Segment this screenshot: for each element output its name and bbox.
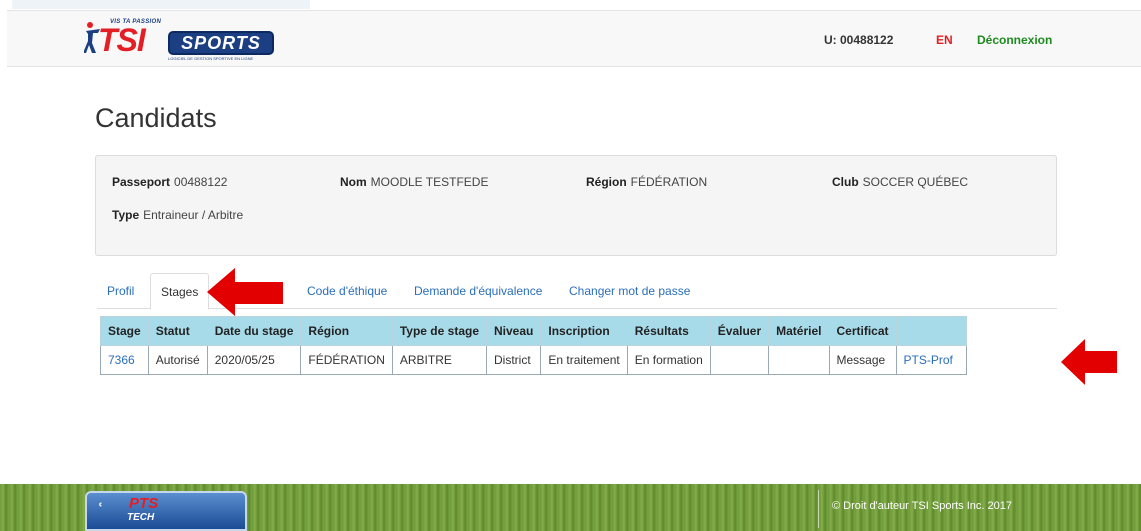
footer: ʿ PTS TECH © Droit d'auteur TSI Sports I… [0, 484, 1141, 531]
cell-statut: Autorisé [147, 345, 208, 375]
passport-label: Passeport [112, 175, 171, 189]
top-navbar: VIS TA PASSION TSI SPORTS LOGICIEL DE GE… [7, 10, 1141, 67]
region-label: Région [586, 175, 627, 189]
cell-inscription: En traitement [540, 345, 628, 375]
table-header-row: Stage Statut Date du stage Région Type d… [100, 316, 967, 346]
copyright-text: © Droit d'auteur TSI Sports Inc. 2017 [832, 500, 1012, 512]
club-label: Club [832, 175, 859, 189]
logout-link[interactable]: Déconnexion [977, 33, 1052, 47]
cell-materiel [768, 345, 830, 375]
tab-stages[interactable]: Stages [150, 273, 210, 310]
left-pointing-arrow-icon [207, 268, 283, 316]
tsi-sports-logo[interactable]: VIS TA PASSION TSI SPORTS LOGICIEL DE GE… [84, 19, 279, 71]
name-value: MOODLE TESTFEDE [370, 175, 489, 189]
cell-resultats: En formation [626, 345, 711, 375]
col-region: Région [300, 316, 393, 346]
col-stage: Stage [100, 316, 149, 346]
badge-tech-text: TECH [127, 512, 155, 523]
language-link[interactable]: EN [936, 33, 953, 47]
name-info: Nom MOODLE TESTFEDE [340, 175, 488, 189]
col-date-du-stage: Date du stage [206, 316, 302, 346]
cell-niveau: District [485, 345, 542, 375]
stage-id-link[interactable]: 7366 [100, 345, 149, 375]
left-pointing-arrow-icon [1061, 339, 1117, 385]
tab-profil[interactable]: Profil [97, 273, 144, 309]
candidate-info-panel: Passeport 00488122 Nom MOODLE TESTFEDE Rég… [95, 155, 1057, 256]
region-info: Région FÉDÉRATION [586, 175, 707, 189]
col-materiel: Matériel [768, 316, 830, 346]
tab-demande-equivalence[interactable]: Demande d'équivalence [404, 273, 552, 309]
col-resultats: Résultats [626, 316, 711, 346]
passport-info: Passeport 00488122 [112, 175, 227, 189]
table-row: 7366 Autorisé 2020/05/25 FÉDÉRATION ARBI… [100, 345, 967, 375]
top-strip [12, 0, 310, 9]
type-info: Type Entraineur / Arbitre [112, 208, 243, 222]
passport-value: 00488122 [174, 175, 228, 189]
col-inscription: Inscription [540, 316, 628, 346]
col-extra [895, 316, 967, 346]
pts-tech-badge[interactable]: ʿ PTS TECH [85, 491, 247, 531]
type-label: Type [112, 208, 140, 222]
col-type-de-stage: Type de stage [391, 316, 488, 346]
col-statut: Statut [147, 316, 208, 346]
club-info: Club SOCCER QUÉBEC [832, 175, 968, 189]
bj-logo-icon: ʿ [97, 501, 104, 523]
col-niveau: Niveau [485, 316, 542, 346]
user-code: U: 00488122 [824, 33, 894, 47]
club-value: SOCCER QUÉBEC [862, 175, 969, 189]
cell-evaluer [709, 345, 770, 375]
tab-code-ethique[interactable]: Code d'éthique [297, 273, 397, 309]
col-evaluer: Évaluer [709, 316, 770, 346]
col-certificat: Certificat [828, 316, 897, 346]
name-label: Nom [340, 175, 367, 189]
tab-changer-mot-de-passe[interactable]: Changer mot de passe [559, 273, 700, 309]
badge-pts-text: PTS [129, 495, 159, 512]
footer-divider [818, 490, 819, 528]
cell-type: ARBITRE [391, 345, 488, 375]
cell-certificat: Message [828, 345, 897, 375]
stages-table: Stage Statut Date du stage Région Type d… [100, 316, 967, 375]
type-value: Entraineur / Arbitre [143, 208, 244, 222]
region-value: FÉDÉRATION [630, 175, 708, 189]
logo-sports-text: SPORTS [168, 31, 274, 55]
page-title: Candidats [95, 103, 217, 133]
cell-region: FÉDÉRATION [300, 345, 393, 375]
logo-tsi-text: TSI [98, 22, 146, 58]
logo-subtitle: LOGICIEL DE GESTION SPORTIVE EN LIGNE [168, 56, 254, 61]
cell-date: 2020/05/25 [206, 345, 302, 375]
pts-prof-link[interactable]: PTS-Prof [895, 345, 967, 375]
